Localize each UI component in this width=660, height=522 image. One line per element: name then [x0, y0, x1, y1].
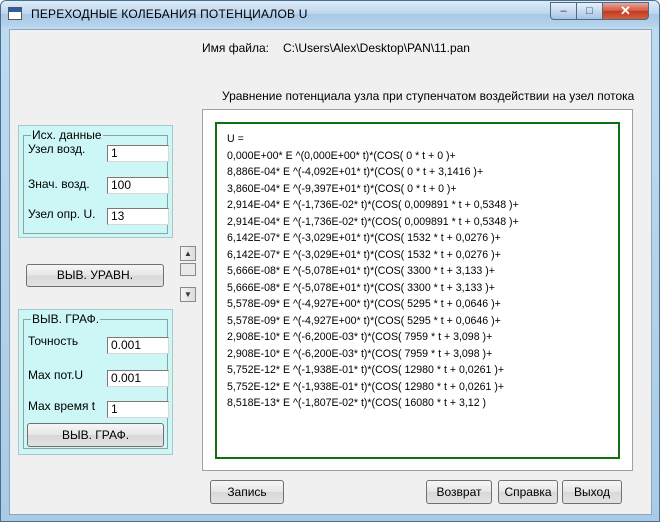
equation-line: 8,518E-13* E ^(-1,807E-02* t)*(COS( 1608…: [227, 397, 487, 409]
equation-line: 6,142E-07* E ^(-3,029E+01* t)*(COS( 1532…: [227, 248, 501, 261]
max-time-input[interactable]: 1: [107, 401, 169, 418]
equation-line: 3,860E-04* E ^(-9,397E+01* t)*(COS( 0 * …: [227, 182, 457, 195]
minimize-button[interactable]: ‒: [550, 2, 577, 20]
equation-line: 5,666E-08* E ^(-5,078E+01* t)*(COS( 3300…: [227, 281, 495, 294]
client-area: Имя файла: C:\Users\Alex\Desktop\PAN\11.…: [9, 29, 652, 515]
file-path: C:\Users\Alex\Desktop\PAN\11.pan: [283, 41, 470, 55]
app-window-icon: [8, 7, 22, 20]
equation-line: 5,752E-12* E ^(-1,938E-01* t)*(COS( 1298…: [227, 380, 505, 393]
maximize-button[interactable]: □: [576, 2, 603, 20]
equation-frame: U = 0,000E+00* E ^(0,000E+00* t)*(COS( 0…: [215, 122, 620, 459]
equation-line: 8,886E-04* E ^(-4,092E+01* t)*(COS( 0 * …: [227, 166, 484, 178]
exit-button[interactable]: Выход: [562, 480, 622, 504]
max-time-label: Max время t: [28, 399, 96, 413]
impact-value-input[interactable]: 100: [107, 177, 169, 194]
equation-line: 6,142E-07* E ^(-3,029E+01* t)*(COS( 1532…: [227, 232, 501, 244]
graph-panel: ВЫВ. ГРАФ. Точность 0.001 Max пот.U 0.00…: [18, 309, 173, 455]
close-button[interactable]: ✕: [602, 2, 649, 20]
window-title: ПЕРЕХОДНЫЕ КОЛЕБАНИЯ ПОТЕНЦИАЛОВ U: [31, 7, 308, 21]
back-button[interactable]: Возврат: [426, 480, 492, 504]
scroll-down-arrow[interactable]: ▼: [180, 287, 196, 302]
target-node-input[interactable]: 13: [107, 208, 169, 225]
impact-node-input[interactable]: 1: [107, 145, 169, 162]
equation-line: 2,908E-10* E ^(-6,200E-03* t)*(COS( 7959…: [227, 331, 493, 343]
file-name-label: Имя файла:: [202, 41, 269, 55]
equation-line: U =: [227, 133, 244, 145]
max-potential-input[interactable]: 0.001: [107, 370, 169, 387]
equation-line: 2,908E-10* E ^(-6,200E-03* t)*(COS( 7959…: [227, 347, 493, 360]
equation-line: 5,752E-12* E ^(-1,938E-01* t)*(COS( 1298…: [227, 364, 505, 376]
graph-title: ВЫВ. ГРАФ.: [31, 312, 101, 326]
scroll-thumb[interactable]: [180, 263, 196, 276]
input-data-title: Исх. данные: [31, 128, 103, 142]
input-data-panel: Исх. данные Узел возд. 1 Знач. возд. 100…: [18, 125, 173, 238]
show-graph-button[interactable]: ВЫВ. ГРАФ.: [27, 423, 164, 447]
equation-caption: Уравнение потенциала узла при ступенчато…: [222, 89, 635, 103]
equation-line: 2,914E-04* E ^(-1,736E-02* t)*(COS( 0,00…: [227, 215, 519, 228]
equation-line: 0,000E+00* E ^(0,000E+00* t)*(COS( 0 * t…: [227, 149, 456, 162]
equation-line: 5,666E-08* E ^(-5,078E+01* t)*(COS( 3300…: [227, 265, 495, 277]
precision-label: Точность: [28, 334, 79, 348]
save-button[interactable]: Запись: [210, 480, 284, 504]
target-node-label: Узел опр. U.: [28, 207, 96, 221]
main-window: ПЕРЕХОДНЫЕ КОЛЕБАНИЯ ПОТЕНЦИАЛОВ U ‒ □ ✕…: [0, 0, 660, 522]
show-equation-button[interactable]: ВЫВ. УРАВН.: [26, 264, 164, 287]
precision-input[interactable]: 0.001: [107, 337, 169, 354]
equation-output-box: U = 0,000E+00* E ^(0,000E+00* t)*(COS( 0…: [202, 109, 633, 471]
help-button[interactable]: Справка: [498, 480, 558, 504]
scroll-up-arrow[interactable]: ▲: [180, 246, 196, 261]
equation-line: 5,578E-09* E ^(-4,927E+00* t)*(COS( 5295…: [227, 314, 501, 327]
equation-line: 2,914E-04* E ^(-1,736E-02* t)*(COS( 0,00…: [227, 199, 519, 211]
equation-line: 5,578E-09* E ^(-4,927E+00* t)*(COS( 5295…: [227, 298, 501, 310]
title-bar[interactable]: ПЕРЕХОДНЫЕ КОЛЕБАНИЯ ПОТЕНЦИАЛОВ U ‒ □ ✕: [1, 1, 659, 27]
max-potential-label: Max пот.U: [28, 368, 84, 382]
impact-value-label: Знач. возд.: [28, 177, 90, 191]
impact-node-label: Узел возд.: [28, 142, 86, 156]
equation-lines: U = 0,000E+00* E ^(0,000E+00* t)*(COS( 0…: [227, 131, 519, 412]
